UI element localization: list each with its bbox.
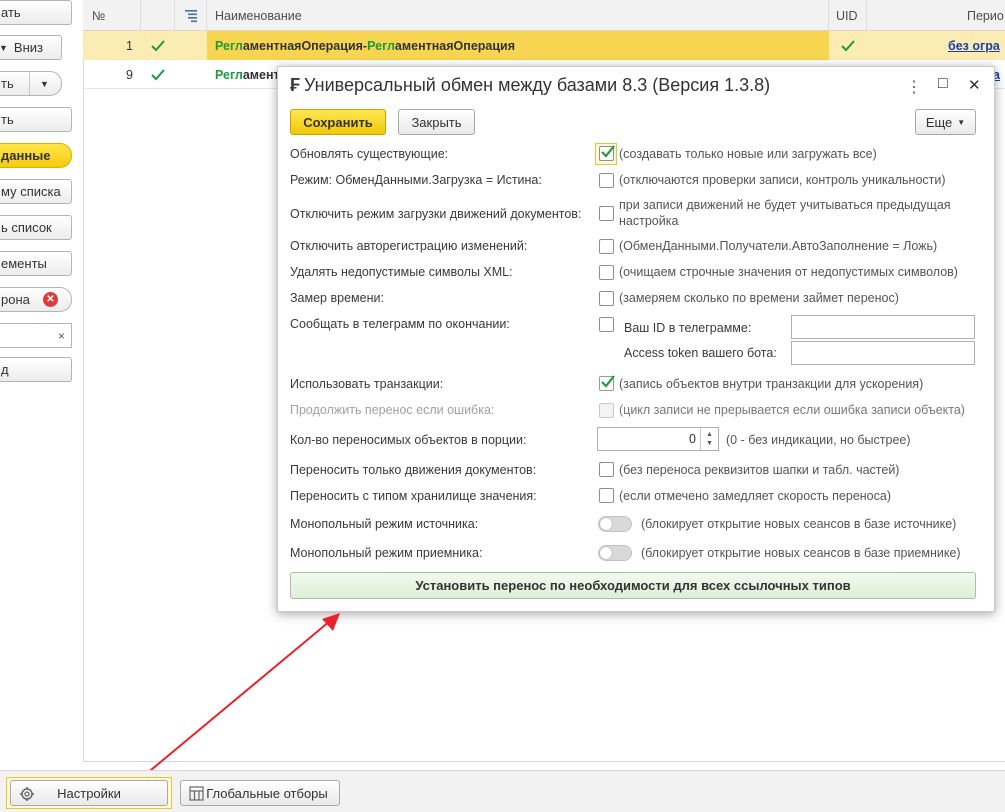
gear-icon — [20, 787, 34, 801]
global-filters-button[interactable]: Глобальные отборы — [180, 780, 340, 806]
bottom-bar: Настройки Глобальные отборы — [0, 770, 1005, 812]
settings-button[interactable]: Настройки — [10, 780, 168, 806]
global-filters-label: Глобальные отборы — [206, 785, 328, 801]
table-filter-icon — [189, 786, 204, 801]
annotation-arrow — [144, 613, 340, 776]
settings-button-label: Настройки — [57, 785, 121, 801]
